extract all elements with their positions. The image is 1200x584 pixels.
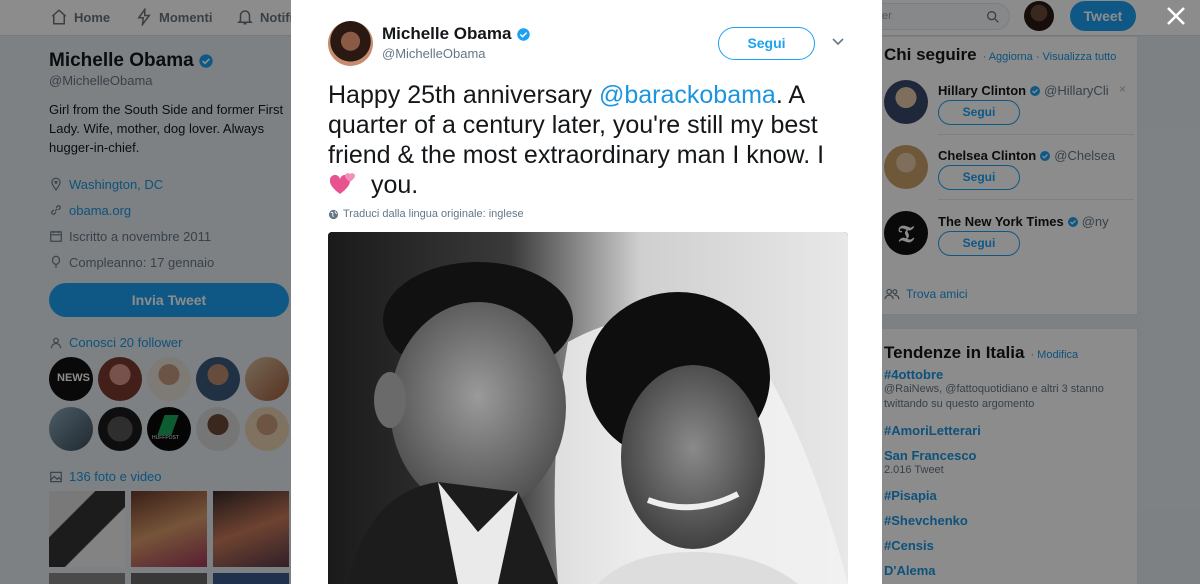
tweet-photo[interactable] <box>328 232 848 584</box>
two-hearts-icon <box>329 173 355 194</box>
close-icon[interactable] <box>1164 4 1188 28</box>
tweet-modal: Michelle Obama @MichelleObama Segui Happ… <box>291 0 882 584</box>
author-name: Michelle Obama <box>382 24 512 43</box>
author-avatar[interactable] <box>328 21 373 66</box>
author-handle[interactable]: @MichelleObama <box>382 46 486 61</box>
translate-link[interactable]: Traduci dalla lingua originale: inglese <box>328 208 524 220</box>
tweet-text: Happy 25th anniversary @barackobama. A q… <box>328 80 853 200</box>
mention-link[interactable]: @barackobama <box>599 81 776 109</box>
tweet-text-part: Happy 25th anniversary <box>328 81 599 109</box>
chevron-down-icon[interactable] <box>832 38 844 46</box>
follow-button[interactable]: Segui <box>718 27 815 60</box>
translate-label: Traduci dalla lingua originale: inglese <box>343 208 524 220</box>
tweet-text-part: you. <box>364 171 419 199</box>
author-name-row[interactable]: Michelle Obama <box>382 24 531 44</box>
verified-badge-icon <box>517 27 531 41</box>
globe-icon <box>328 209 339 219</box>
wedding-photo-image <box>328 232 848 584</box>
